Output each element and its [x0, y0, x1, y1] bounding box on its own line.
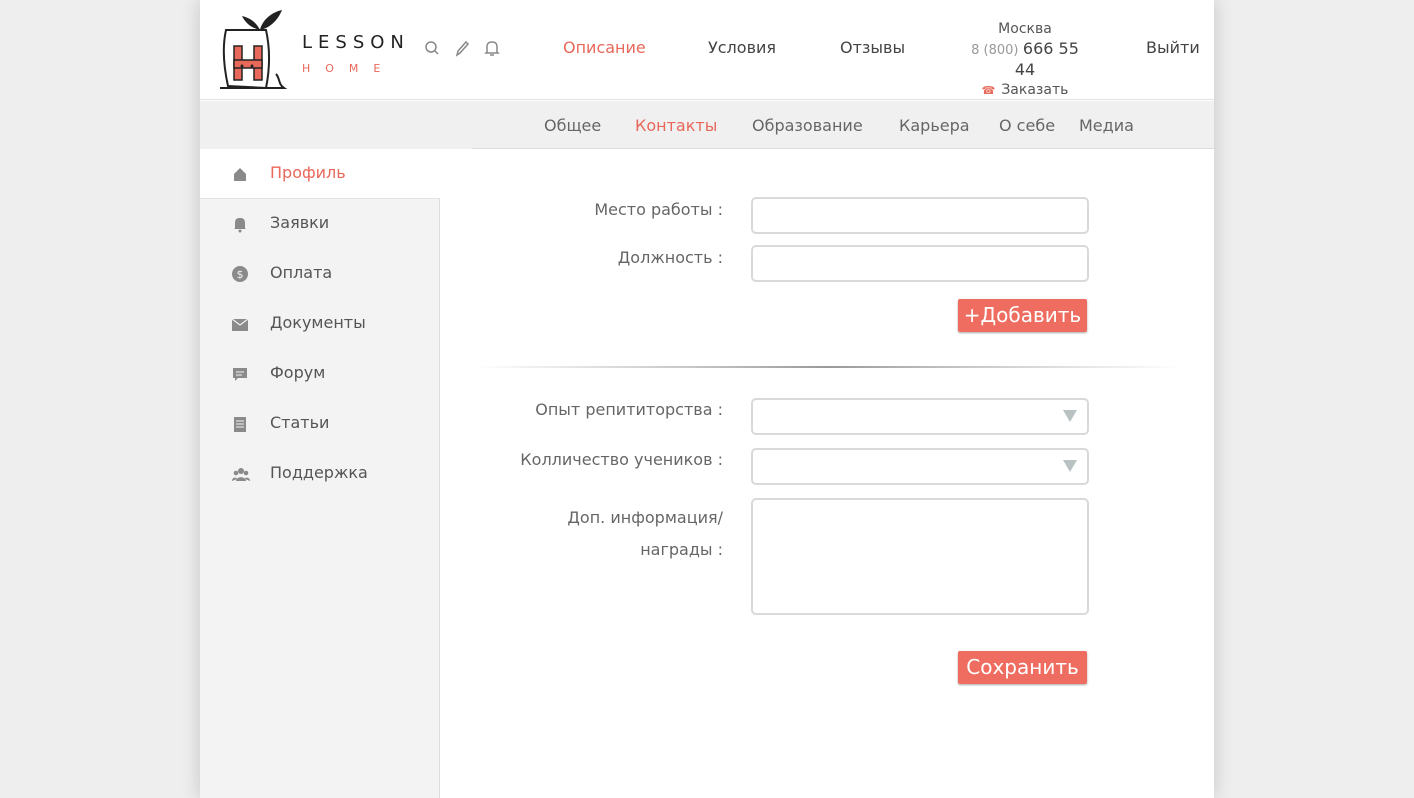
chevron-down-icon: [1063, 460, 1077, 472]
extra-info-label-line2: награды :: [640, 540, 723, 559]
students-label: Колличество учеников :: [520, 450, 723, 469]
logo-mark: [220, 10, 288, 90]
bell-icon[interactable]: [484, 38, 500, 58]
workplace-input[interactable]: [753, 199, 1087, 232]
page: LESSON HOME Описание Условия Отзывы Моск…: [200, 0, 1214, 798]
tab-about[interactable]: О себе: [999, 116, 1055, 135]
contact-city: Москва: [998, 21, 1052, 37]
sidebar-item-label: Поддержка: [270, 463, 368, 482]
sidebar-item-support[interactable]: Поддержка: [200, 449, 440, 499]
extra-info-label: Доп. информация/ награды :: [423, 502, 723, 566]
sidebar-item-label: Профиль: [270, 163, 346, 182]
sidebar-item-label: Статьи: [270, 413, 330, 432]
tab-education[interactable]: Образование: [752, 116, 863, 135]
students-select[interactable]: [751, 448, 1089, 485]
svg-text:$: $: [237, 268, 244, 281]
header: LESSON HOME Описание Условия Отзывы Моск…: [200, 0, 1214, 117]
logo-text-top: LESSON: [302, 32, 410, 53]
sidebar-item-profile[interactable]: Профиль: [200, 149, 440, 199]
tab-media[interactable]: Медиа: [1079, 116, 1134, 135]
tab-career[interactable]: Карьера: [899, 116, 970, 135]
phone-prefix: 8 (800): [971, 43, 1019, 58]
experience-select[interactable]: [751, 398, 1089, 435]
subnav-spacer: [200, 101, 472, 149]
logo-text-bottom: HOME: [302, 62, 396, 75]
experience-label: Опыт репититорства :: [535, 400, 723, 419]
sidebar: Профиль Заявки $ Оплата Документы Форум: [200, 149, 440, 798]
chat-icon: [232, 365, 248, 383]
sidebar-item-payment[interactable]: $ Оплата: [200, 249, 440, 299]
sidebar-item-label: Документы: [270, 313, 366, 332]
logo[interactable]: LESSON HOME: [220, 8, 404, 90]
nav-reviews[interactable]: Отзывы: [840, 38, 905, 57]
sidebar-item-articles[interactable]: Статьи: [200, 399, 440, 449]
sidebar-item-label: Форум: [270, 363, 326, 382]
profile-subnav: Общее Контакты Образование Карьера О себ…: [472, 101, 1214, 149]
section-divider: [472, 366, 1184, 368]
users-icon: [232, 465, 250, 483]
nav-conditions[interactable]: Условия: [708, 38, 776, 57]
position-input[interactable]: [753, 247, 1087, 280]
contact-phone-line: 8 (800) 666 55 44: [960, 39, 1090, 81]
workplace-field[interactable]: [751, 197, 1089, 234]
home-icon: [232, 165, 248, 183]
bell-icon: [232, 215, 248, 233]
phone-number: 666 55 44: [1014, 39, 1079, 79]
extra-info-label-line1: Доп. информация/: [567, 508, 723, 527]
logout-link[interactable]: Выйти: [1146, 38, 1200, 57]
document-icon: [232, 415, 248, 433]
position-field[interactable]: [751, 245, 1089, 282]
envelope-icon: [231, 315, 249, 333]
chevron-down-icon: [1063, 410, 1077, 422]
workplace-label: Место работы :: [594, 200, 723, 219]
tab-general[interactable]: Общее: [544, 116, 601, 135]
sidebar-item-forum[interactable]: Форум: [200, 349, 440, 399]
phone-icon: ☎: [981, 84, 996, 97]
sidebar-item-documents[interactable]: Документы: [200, 299, 440, 349]
header-icons: [424, 38, 500, 58]
sidebar-item-label: Заявки: [270, 213, 330, 232]
dollar-icon: $: [232, 265, 248, 283]
nav-description[interactable]: Описание: [563, 38, 646, 57]
search-icon[interactable]: [424, 38, 440, 58]
sidebar-item-requests[interactable]: Заявки: [200, 199, 440, 249]
save-button[interactable]: Сохранить: [958, 651, 1087, 684]
tab-contacts[interactable]: Контакты: [635, 116, 717, 135]
position-label: Должность :: [617, 248, 723, 267]
sidebar-item-label: Оплата: [270, 263, 333, 282]
extra-info-textarea[interactable]: [751, 498, 1089, 615]
pencil-icon[interactable]: [454, 38, 470, 58]
add-button[interactable]: +Добавить: [958, 299, 1087, 332]
